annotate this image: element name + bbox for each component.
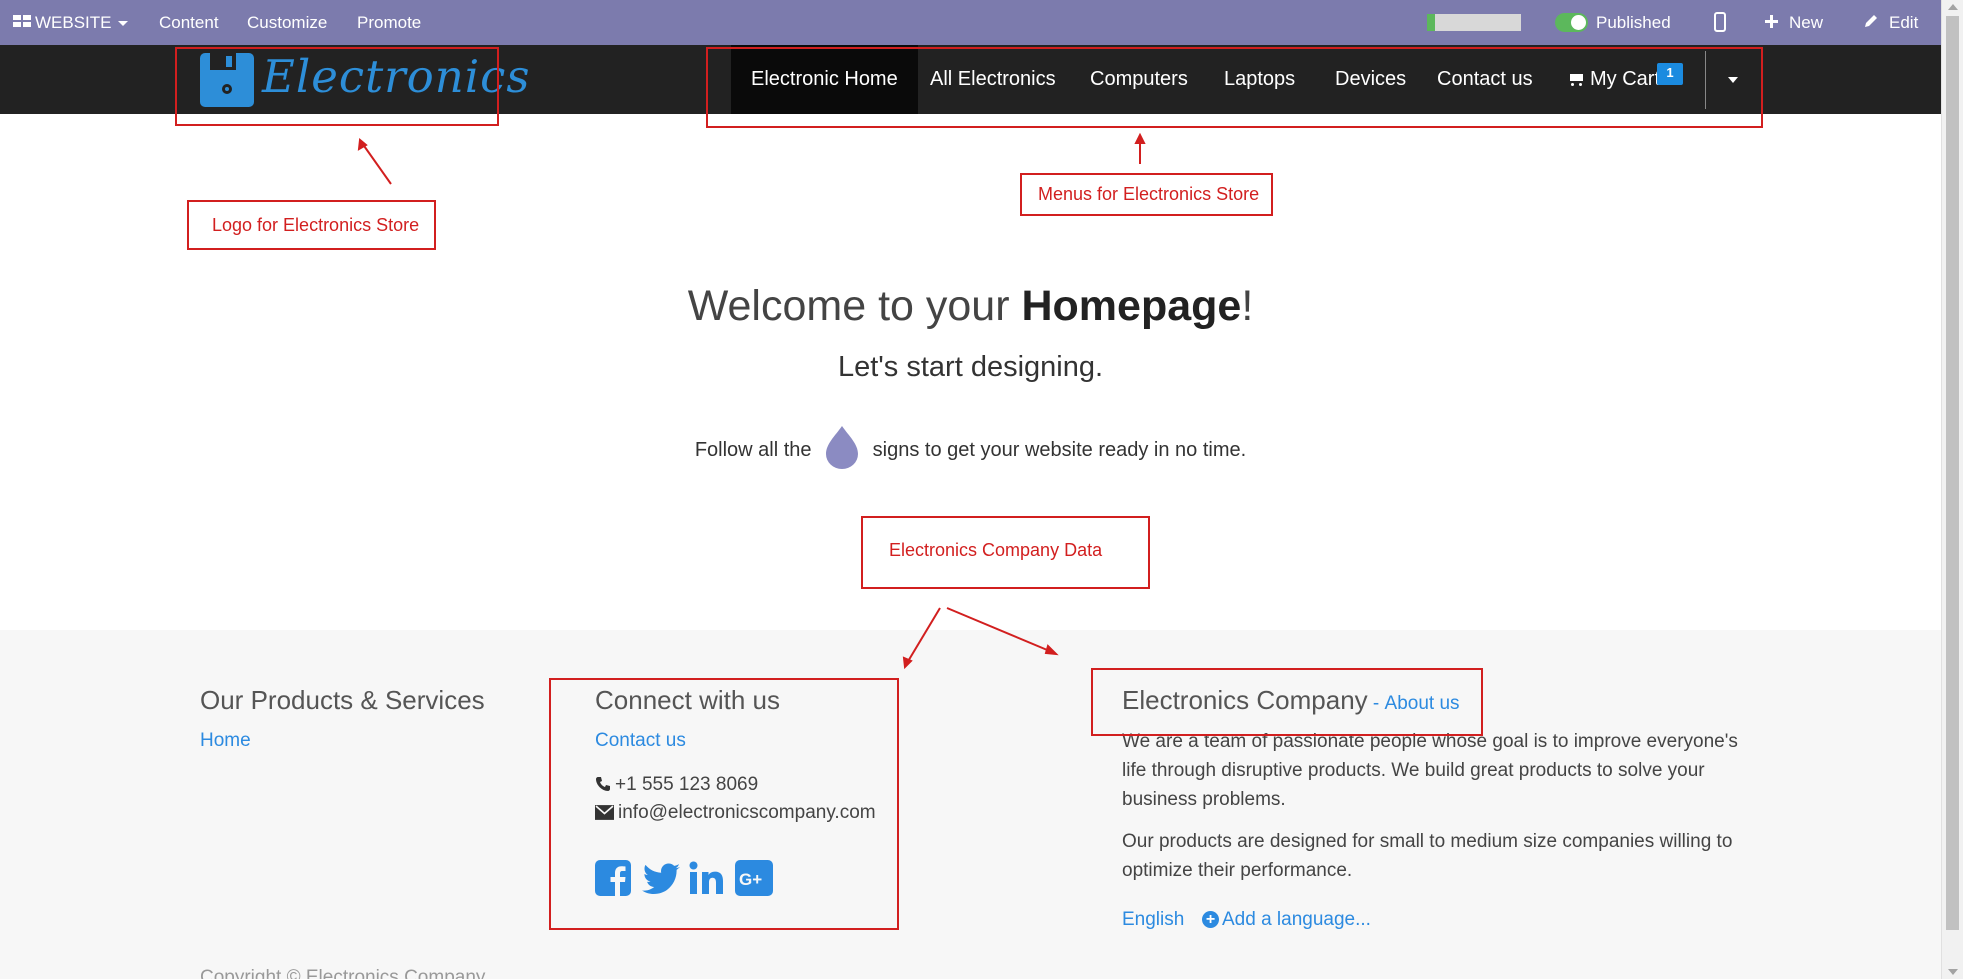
- menu-customize[interactable]: Customize: [247, 13, 327, 33]
- hero-title-suffix: !: [1241, 282, 1254, 330]
- apps-grid-icon[interactable]: [13, 15, 31, 28]
- edit-button[interactable]: Edit: [1889, 13, 1918, 33]
- hero-subtitle: Let's start designing.: [837, 351, 1104, 383]
- logo-highlight-box: [175, 47, 499, 126]
- company-description-1: We are a team of passionate people whose…: [1122, 731, 1738, 810]
- hero-title-bold: Homepage: [1021, 282, 1242, 330]
- mobile-preview-icon[interactable]: [1714, 12, 1726, 32]
- logo-annotation-box: Logo for Electronics Store: [187, 200, 436, 250]
- company-highlight-box: [1091, 668, 1483, 736]
- menu-promote[interactable]: Promote: [357, 13, 421, 33]
- follow-suffix: signs to get your website ready in no ti…: [872, 439, 1247, 461]
- logo-annotation-label: Logo for Electronics Store: [212, 215, 420, 235]
- website-menu[interactable]: WEBSITE: [35, 13, 128, 33]
- menu-content[interactable]: Content: [159, 13, 219, 33]
- hero-title: Welcome to your Homepage!: [0, 282, 1941, 331]
- website-admin-bar: WEBSITE Content Customize Promote Publis…: [0, 0, 1941, 45]
- new-button[interactable]: New: [1789, 13, 1823, 33]
- plus-circle-icon: +: [1202, 911, 1219, 928]
- vertical-scrollbar[interactable]: [1941, 0, 1963, 979]
- scroll-up-arrow-icon[interactable]: [1948, 4, 1958, 10]
- copyright-text: Copyright © Electronics Company: [200, 967, 486, 979]
- company-description-2: Our products are designed for small to m…: [1122, 831, 1733, 881]
- scrollbar-thumb[interactable]: [1946, 16, 1959, 930]
- menus-annotation-box: Menus for Electronics Store: [1020, 173, 1273, 216]
- published-label[interactable]: Published: [1596, 13, 1671, 33]
- droplet-icon: [826, 426, 859, 469]
- scroll-down-arrow-icon[interactable]: [1948, 969, 1958, 975]
- seo-progress-fill: [1427, 14, 1435, 31]
- add-language-label: Add a language...: [1222, 909, 1371, 930]
- seo-progress-bar[interactable]: [1427, 14, 1521, 31]
- follow-prefix: Follow all the: [694, 439, 812, 461]
- caret-down-icon: [117, 21, 128, 27]
- add-language-link[interactable]: + Add a language...: [1202, 909, 1371, 931]
- hero-follow-text: Follow all the signs to get your website…: [0, 424, 1941, 470]
- menus-highlight-box: [706, 47, 1763, 128]
- company-data-annotation-label: Electronics Company Data: [889, 540, 1103, 560]
- footer-home-link[interactable]: Home: [200, 730, 251, 752]
- hero-title-prefix: Welcome to your: [687, 282, 1022, 330]
- publish-toggle[interactable]: [1555, 13, 1588, 32]
- menus-annotation-label: Menus for Electronics Store: [1038, 184, 1260, 204]
- company-data-annotation-box: Electronics Company Data: [861, 516, 1150, 589]
- connect-highlight-box: [549, 678, 899, 930]
- pencil-icon[interactable]: [1863, 13, 1879, 29]
- website-menu-label: WEBSITE: [35, 13, 112, 32]
- footer-products-heading: Our Products & Services: [200, 685, 485, 715]
- plus-icon[interactable]: [1765, 15, 1778, 28]
- language-english-link[interactable]: English: [1122, 909, 1184, 931]
